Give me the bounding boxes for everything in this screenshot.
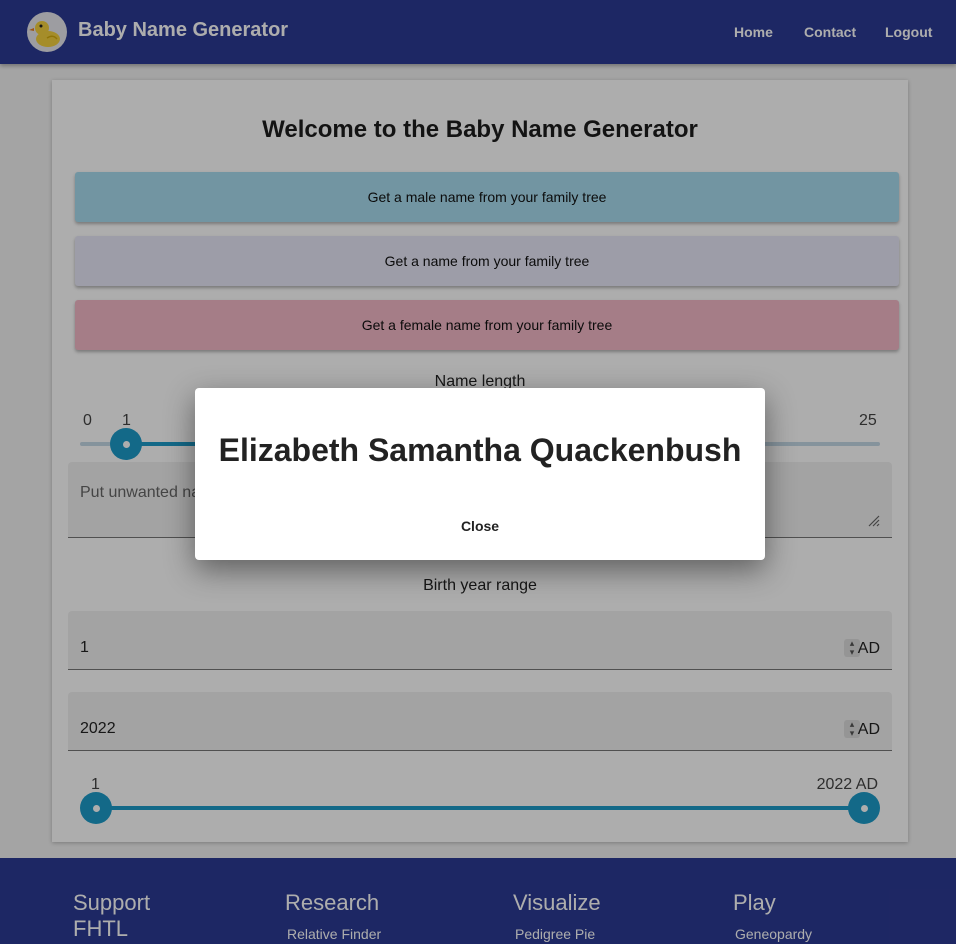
close-button[interactable]: Close (440, 511, 520, 541)
generated-name-text: Elizabeth Samantha Quackenbush (218, 432, 742, 468)
generated-name-dialog: Elizabeth Samantha Quackenbush Close (195, 388, 765, 560)
